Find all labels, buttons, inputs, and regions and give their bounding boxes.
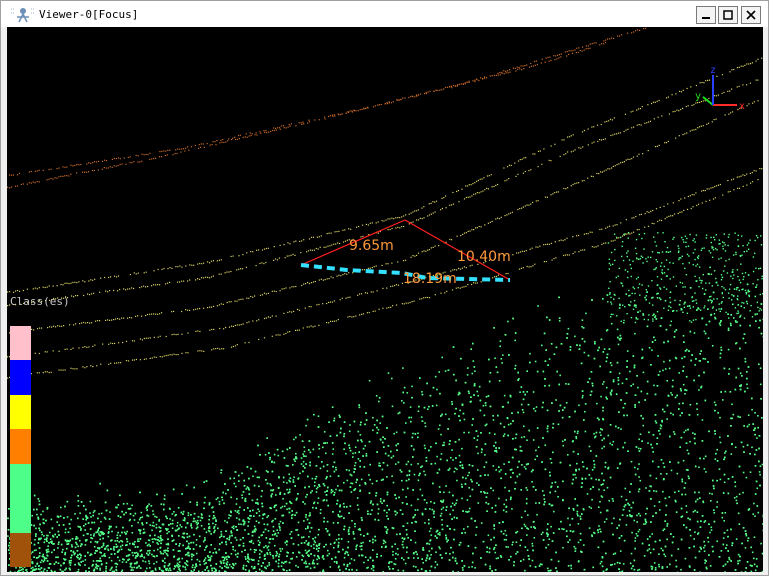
- legend-swatch-2: [10, 394, 31, 430]
- point-cloud-scene[interactable]: x y z: [7, 27, 763, 572]
- window-title: Viewer-0[Focus]: [39, 8, 139, 21]
- point-cloud-viewport[interactable]: x y z 9.65m 10.40m 18.19m Class(es): [7, 27, 763, 572]
- minimize-icon: [702, 17, 710, 19]
- viewer-window: Viewer-0[Focus] x y z 9.65m 10.40m 18.19…: [0, 0, 769, 576]
- wire-1: [9, 41, 607, 176]
- wire-5: [7, 168, 763, 358]
- measure-label-10-40: 10.40m: [457, 249, 511, 265]
- measure-label-18-19: 18.19m: [403, 271, 457, 287]
- legend-swatch-4: [10, 463, 31, 499]
- legend-swatch-3: [10, 429, 31, 464]
- wire-6: [7, 179, 759, 379]
- measure-label-9-65: 9.65m: [349, 238, 394, 254]
- app-logo-icon: [11, 8, 35, 23]
- close-icon: [746, 10, 756, 20]
- title-bar[interactable]: Viewer-0[Focus]: [1, 1, 768, 27]
- axis-x-label: x: [739, 101, 745, 112]
- close-button[interactable]: [741, 6, 761, 24]
- power-line-points: [7, 27, 763, 379]
- wire-4: [9, 100, 759, 334]
- class-legend: [10, 326, 31, 567]
- legend-title: Class(es): [10, 295, 70, 308]
- vegetation-points: [7, 232, 763, 572]
- axes-gizmo: x y z: [695, 65, 745, 112]
- minimize-button[interactable]: [696, 6, 716, 24]
- legend-swatch-5: [10, 498, 31, 533]
- wire-0: [7, 27, 647, 189]
- legend-swatch-1: [10, 360, 31, 395]
- maximize-button[interactable]: [718, 6, 738, 24]
- legend-swatch-0: [10, 326, 31, 361]
- wire-2: [7, 57, 763, 293]
- legend-swatch-6: [10, 532, 31, 567]
- axis-y-label: y: [695, 91, 701, 102]
- maximize-icon: [723, 10, 733, 20]
- axis-z-label: z: [710, 65, 716, 76]
